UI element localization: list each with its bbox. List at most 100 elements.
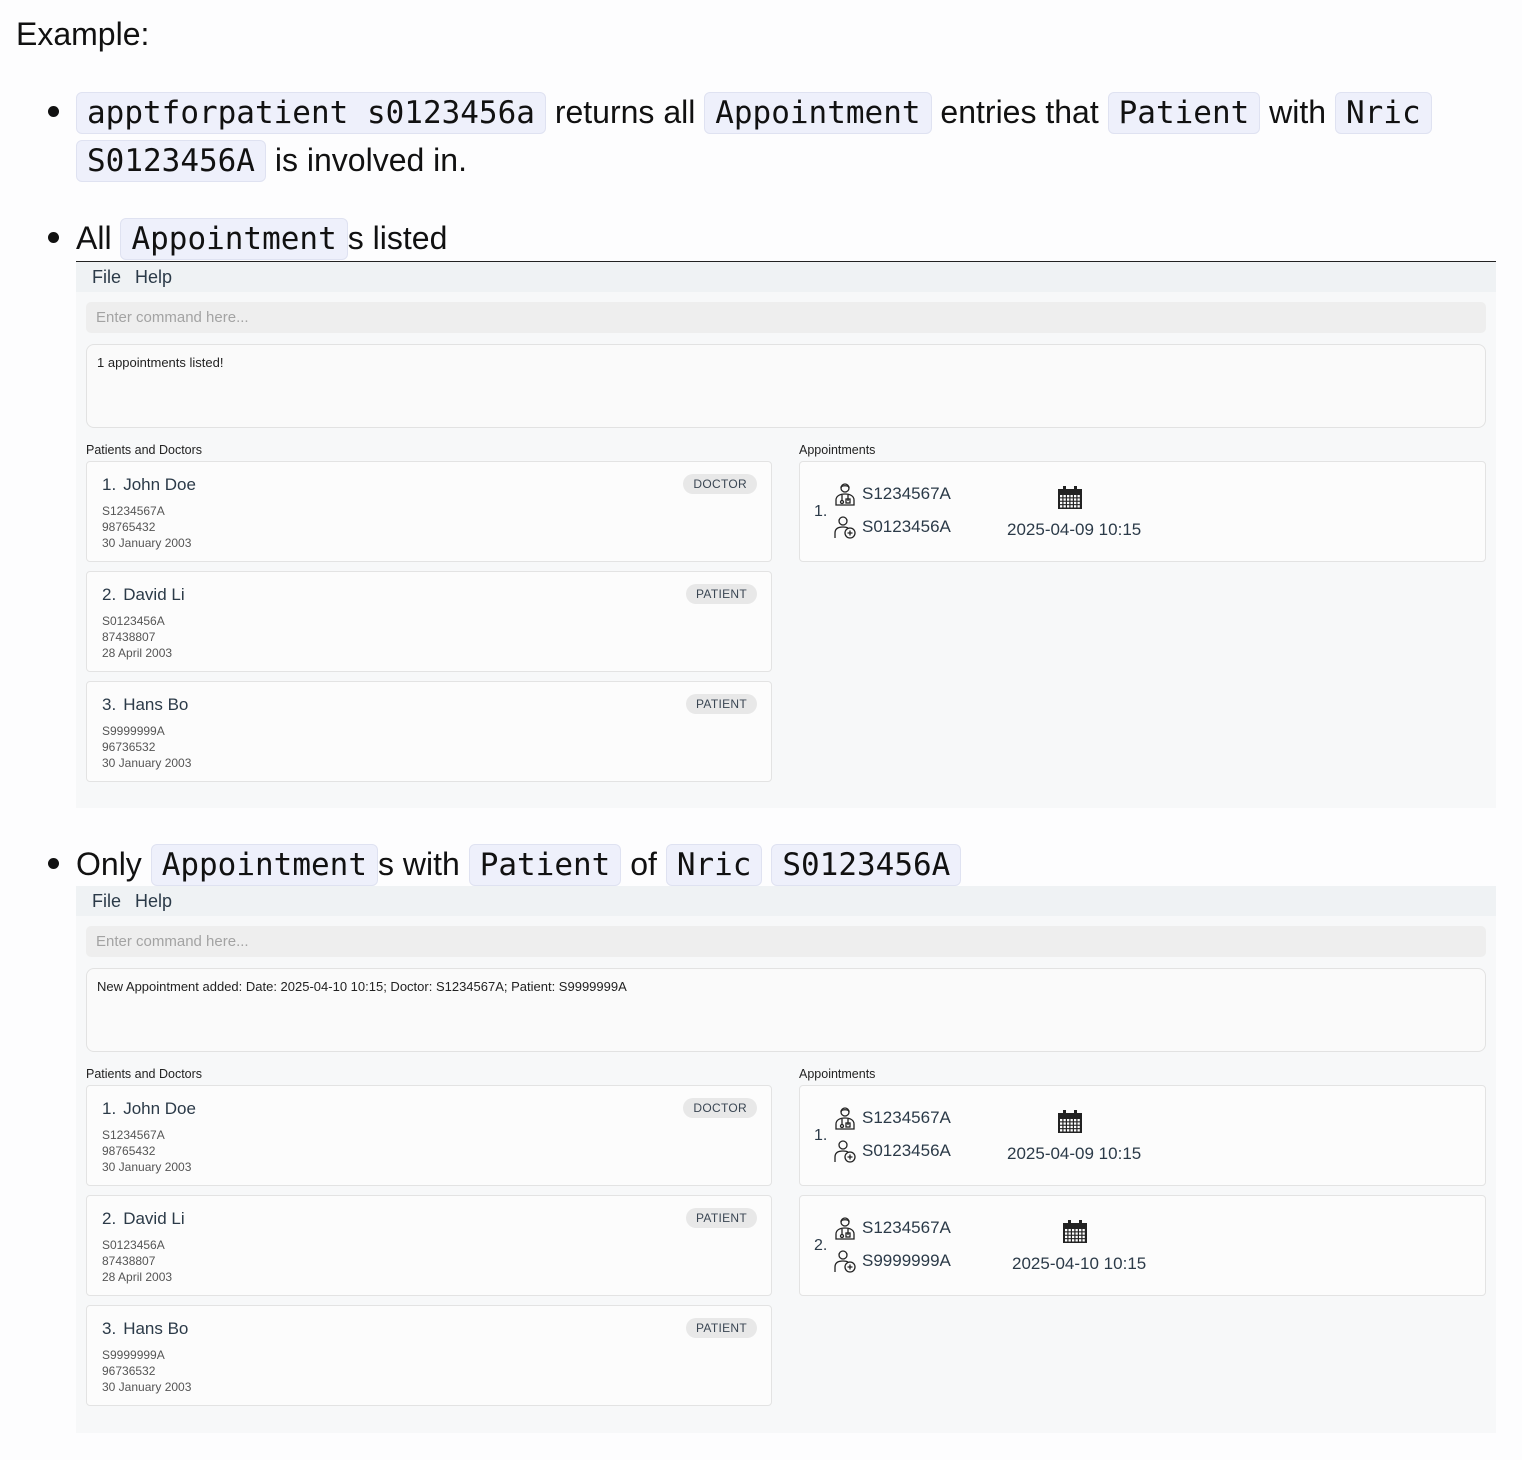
patient-nric: S9999999A [862,1251,951,1270]
person-name: David Li [123,585,185,604]
role-badge: DOCTOR [683,1098,757,1118]
menu-file[interactable]: File [92,891,121,912]
menu-help[interactable]: Help [135,267,172,288]
person-dob: 28 April 2003 [102,1270,173,1284]
person-dob: 28 April 2003 [102,646,173,660]
menu-help[interactable]: Help [135,891,172,912]
person-card[interactable]: 2. David Li S0123456A 87438807 28 April 2… [86,571,772,672]
person-index: 3. [102,1319,117,1338]
appointment-datetime: 2025-04-09 10:15 [1007,520,1142,539]
appointment-card[interactable]: 1. S1234567A S0123456A 2025-04-09 10:15 [799,1085,1486,1186]
patient-row: S9999999A [834,1249,951,1273]
text: s listed [347,220,448,256]
person-nric: S0123456A [102,614,165,628]
person-name: Hans Bo [123,1319,189,1338]
text: s with [378,846,460,882]
text: with [1269,94,1327,130]
doctor-nric: S1234567A [862,1218,951,1237]
appointment-index: 2. [814,1237,828,1254]
command-input[interactable]: Enter command here... [86,926,1486,957]
person-name-line: 2. David Li [102,585,185,605]
person-details: S0123456A 87438807 28 April 2003 [102,1237,172,1285]
code-nric-value: S0123456A [76,140,266,182]
person-name: John Doe [123,475,196,494]
person-card[interactable]: 3. Hans Bo S9999999A 96736532 30 January … [86,1305,772,1406]
text: All [76,220,112,256]
intro-text: Example: [16,16,150,52]
person-card[interactable]: 1. John Doe S1234567A 98765432 30 January… [86,461,772,562]
appointment-datetime: 2025-04-10 10:15 [1012,1254,1147,1273]
doctor-nric: S1234567A [862,1108,951,1127]
code-nric: Nric [665,844,763,886]
result-display: New Appointment added: Date: 2025-04-10 … [86,968,1486,1052]
code-appointment: Appointment [704,92,932,134]
person-phone: 87438807 [102,630,156,644]
appointment-datetime: 2025-04-09 10:15 [1007,1144,1142,1163]
patient-icon [834,1139,856,1163]
text: returns all [554,94,696,130]
command-input[interactable]: Enter command here... [86,302,1486,333]
person-dob: 30 January 2003 [102,1160,192,1174]
person-nric: S1234567A [102,504,165,518]
bullet-1-line-2: S0123456A is involved in. [76,136,467,184]
patient-nric: S0123456A [862,1141,951,1160]
person-phone: 96736532 [102,740,156,754]
bullet-dot [48,232,59,243]
person-dob: 30 January 2003 [102,1380,192,1394]
patient-nric: S0123456A [862,517,951,536]
person-phone: 96736532 [102,1364,156,1378]
person-name: Hans Bo [123,695,189,714]
text: Only [76,846,142,882]
role-badge: DOCTOR [683,474,757,494]
app-screenshot-all-appointments: File Help Enter command here... 1 appoin… [76,261,1496,808]
bullet-3-line: Only Appointment s with Patient of Nric S… [76,840,962,888]
patient-row: S0123456A [834,515,951,539]
person-name: John Doe [123,1099,196,1118]
person-nric: S9999999A [102,724,165,738]
person-card[interactable]: 1. John Doe S1234567A 98765432 30 January… [86,1085,772,1186]
person-details: S9999999A 96736532 30 January 2003 [102,1347,191,1395]
patient-icon [834,515,856,539]
bullet-dot [48,858,59,869]
person-phone: 98765432 [102,520,156,534]
appointments-panel-label: Appointments [799,1067,876,1081]
person-name-line: 2. David Li [102,1209,185,1229]
persons-panel-label: Patients and Doctors [86,443,203,457]
doctor-row: S1234567A [834,1216,951,1240]
code-appointment: Appointment [120,218,348,260]
menu-file[interactable]: File [92,267,121,288]
appointment-card[interactable]: 2. S1234567A S9999999A 2025-04-10 10:15 [799,1195,1486,1296]
calendar-icon [1062,1220,1088,1244]
doctor-icon [834,1106,856,1130]
person-index: 1. [102,475,117,494]
person-name-line: 1. John Doe [102,1099,196,1119]
patient-row: S0123456A [834,1139,951,1163]
person-details: S9999999A 96736532 30 January 2003 [102,723,191,771]
person-nric: S9999999A [102,1348,165,1362]
person-name-line: 3. Hans Bo [102,695,188,715]
role-badge: PATIENT [686,584,757,604]
role-badge: PATIENT [686,1318,757,1338]
doctor-icon [834,1216,856,1240]
person-phone: 87438807 [102,1254,156,1268]
person-phone: 98765432 [102,1144,156,1158]
code-command: apptforpatient s0123456a [76,92,546,134]
menu-bar: File Help [76,886,1496,916]
code-nric: Nric [1334,92,1432,134]
person-card[interactable]: 3. Hans Bo S9999999A 96736532 30 January … [86,681,772,782]
person-index: 1. [102,1099,117,1118]
appointments-panel-label: Appointments [799,443,876,457]
person-card[interactable]: 2. David Li S0123456A 87438807 28 April 2… [86,1195,772,1296]
person-name-line: 1. John Doe [102,475,196,495]
calendar-icon [1057,486,1083,510]
result-display: 1 appointments listed! [86,344,1486,428]
person-index: 3. [102,695,117,714]
code-nric-value: S0123456A [771,844,962,886]
person-name-line: 3. Hans Bo [102,1319,188,1339]
person-nric: S0123456A [102,1238,165,1252]
code-patient: Patient [1107,92,1261,134]
menu-bar: File Help [76,262,1496,292]
person-index: 2. [102,1209,117,1228]
appointment-card[interactable]: 1. S1234567A S0123456A 2025-04-09 10:15 [799,461,1486,562]
doctor-nric: S1234567A [862,484,951,503]
